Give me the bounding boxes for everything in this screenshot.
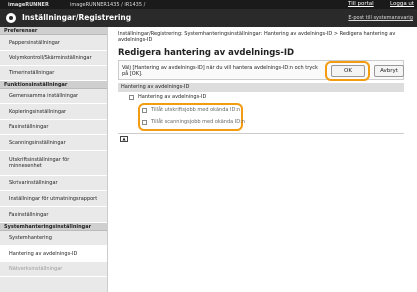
sidebar-item-fax[interactable]: Faxinställningar	[0, 120, 107, 135]
breadcrumb: Inställningar/Registrering: Systemhanter…	[118, 31, 396, 43]
sidebar-item-common[interactable]: Gemensamma inställningar	[0, 89, 107, 104]
sidebar-item-fax-2[interactable]: Faxinställningar	[0, 207, 107, 223]
sidebar-item-memory-print[interactable]: Utskriftsinställningar för minnesenhet	[0, 151, 107, 176]
unknown-scan-label: Tillåt scanningsjobb med okända ID:n	[151, 119, 245, 125]
ok-button[interactable]: OK	[331, 65, 365, 77]
sidebar-item-paper[interactable]: Pappersinställningar	[0, 35, 107, 51]
sidebar-item-printer[interactable]: Skrivarinställningar	[0, 176, 107, 191]
unknown-print-label: Tillåt utskriftsjobb med okända ID:n	[151, 107, 241, 113]
sidebar-item-system-mgmt[interactable]: Systemhantering	[0, 231, 107, 246]
instruction-panel: Välj [Hantering av avdelnings-ID] när du…	[118, 60, 404, 81]
sidebar-item-scan[interactable]: Scanningsinställningar	[0, 135, 107, 151]
header-title: Inställningar/Registrering	[22, 13, 132, 22]
sidebar-heading-functions: Funktionsinställningar	[0, 81, 107, 89]
section-heading: Hantering av avdelnings-ID	[118, 83, 404, 92]
sidebar-item-network[interactable]: Nätverksinställningar	[0, 262, 107, 277]
sidebar-heading-preferences: Preferenser	[0, 27, 107, 35]
back-to-top-icon[interactable]: ▲	[120, 136, 128, 142]
cancel-button[interactable]: Avbryt	[374, 65, 404, 77]
portal-link[interactable]: Till portal	[348, 1, 374, 7]
header-bar: Inställningar/Registrering E-post till s…	[0, 9, 417, 27]
top-bar: imageRUNNER imageRUNNER1435 / iR1435 / T…	[0, 0, 417, 9]
dept-id-label: Hantering av avdelnings-ID	[138, 94, 207, 100]
sidebar-item-report[interactable]: Inställningar för utmatningsrapport	[0, 191, 107, 207]
model-label: imageRUNNER1435 / iR1435 /	[70, 2, 146, 8]
divider	[118, 133, 404, 134]
unknown-scan-option[interactable]: Tillåt scanningsjobb med okända ID:n	[142, 119, 245, 125]
page-title: Redigera hantering av avdelnings-ID	[118, 48, 295, 58]
sidebar-item-volume[interactable]: Volymkontroll/Skärminställningar	[0, 51, 107, 66]
dept-id-option[interactable]: Hantering av avdelnings-ID	[129, 94, 206, 100]
instruction-text: Välj [Hantering av avdelnings-ID] när du…	[122, 65, 318, 77]
settings-logo-icon	[6, 13, 16, 23]
unknown-print-option[interactable]: Tillåt utskriftsjobb med okända ID:n	[142, 107, 240, 113]
unknown-scan-checkbox[interactable]	[142, 119, 147, 125]
sidebar: Preferenser Pappersinställningar Volymko…	[0, 27, 108, 292]
email-admin-link[interactable]: E-post till systemansvarig	[348, 15, 413, 21]
sidebar-heading-system: Systemhanteringsinställningar	[0, 223, 107, 231]
sidebar-item-dept-id[interactable]: Hantering av avdelnings-ID	[0, 246, 107, 262]
logout-link[interactable]: Logga ut	[390, 1, 414, 7]
unknown-print-checkbox[interactable]	[142, 107, 147, 113]
sidebar-item-timer[interactable]: Timerinställningar	[0, 66, 107, 81]
dept-id-checkbox[interactable]	[129, 94, 134, 100]
brand-label: imageRUNNER	[8, 2, 49, 8]
sidebar-item-copy[interactable]: Kopieringsinställningar	[0, 104, 107, 120]
